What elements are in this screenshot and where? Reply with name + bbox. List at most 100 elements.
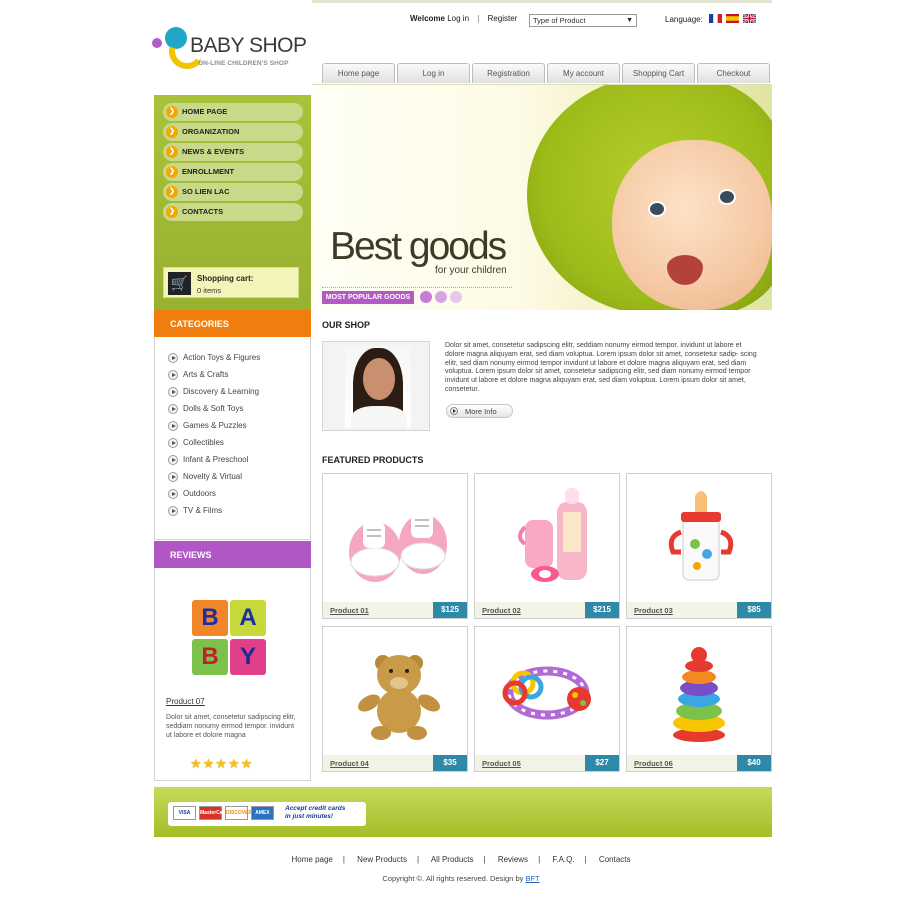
categories-header: CATEGORIES: [154, 310, 311, 337]
woman-portrait: [345, 346, 411, 428]
shopping-cart-widget[interactable]: 🛒 Shopping cart: 0 items: [163, 267, 299, 298]
more-info-label: More Info: [465, 407, 497, 416]
play-bullet-icon: [168, 370, 178, 380]
teddy-bear-icon: [358, 655, 440, 740]
fr-flag-icon[interactable]: [709, 14, 722, 23]
arrow-right-icon: ❯: [166, 106, 178, 118]
side-menu-so-lien-lac[interactable]: ❯ SO LIEN LAC: [163, 183, 303, 201]
more-info-button[interactable]: More Info: [446, 404, 513, 418]
footer-link-all-products[interactable]: All Products: [431, 855, 474, 864]
side-menu-label: NEWS & EVENTS: [182, 147, 245, 156]
category-label: Arts & Crafts: [183, 370, 229, 379]
banner-subtitle: for your children: [435, 265, 507, 276]
product-price: $27: [585, 755, 619, 771]
separator: |: [538, 855, 541, 864]
product-card[interactable]: Product 06 $40: [626, 626, 772, 772]
side-menu-label: HOME PAGE: [182, 107, 228, 116]
side-menu-news-events[interactable]: ❯ NEWS & EVENTS: [163, 143, 303, 161]
product-card[interactable]: Product 02 $215: [474, 473, 620, 619]
tab-shopping-cart[interactable]: Shopping Cart: [622, 63, 695, 83]
play-circle-icon: [450, 407, 458, 415]
product-name[interactable]: Product 03: [634, 606, 673, 615]
category-label: Games & Puzzles: [183, 421, 247, 430]
side-menu-label: ENROLLMENT: [182, 167, 235, 176]
product-name[interactable]: Product 04: [330, 759, 369, 768]
tab-registration[interactable]: Registration: [472, 63, 545, 83]
footer-link-new-products[interactable]: New Products: [357, 855, 407, 864]
tab-home-page[interactable]: Home page: [322, 63, 395, 83]
shop-photo: [322, 341, 430, 431]
portrait-face: [363, 358, 395, 400]
category-label: TV & Films: [183, 506, 223, 515]
product-price: $125: [433, 602, 467, 618]
product-card[interactable]: Product 04 $35: [322, 626, 468, 772]
copyright: Copyright ©. All rights reserved. Design…: [0, 874, 922, 883]
product-name[interactable]: Product 01: [330, 606, 369, 615]
play-bullet-icon: [168, 387, 178, 397]
arrow-right-icon: ❯: [166, 126, 178, 138]
design-by-link[interactable]: BFT: [525, 874, 539, 883]
uk-flag-icon[interactable]: [743, 14, 756, 23]
review-text: Dolor sit amet, consetetur sadipscing el…: [166, 714, 296, 739]
most-popular-tag[interactable]: MOST POPULAR GOODS: [322, 291, 414, 304]
featured-title: FEATURED PRODUCTS: [322, 455, 424, 465]
footer-link-faq[interactable]: F.A.Q.: [552, 855, 574, 864]
visa-card-icon: VISA: [173, 806, 196, 820]
payment-cards: VISA MasterCard DISCOVER AMEX Accept cre…: [168, 802, 366, 826]
footer-links: Home page | New Products | All Products | R…: [0, 855, 922, 864]
baby-blocks-image[interactable]: B A B Y: [190, 598, 268, 678]
tab-log-in[interactable]: Log in: [397, 63, 470, 83]
portrait-shirt: [351, 406, 407, 428]
baby-bottle-set-icon: [518, 488, 587, 582]
block-letter: A: [230, 600, 266, 636]
cart-count: 0 items: [197, 286, 222, 295]
block-letter: B: [192, 639, 228, 675]
rating-stars-icon: ★★★★★: [190, 756, 254, 771]
categories-title: CATEGORIES: [170, 319, 229, 329]
register-link[interactable]: Register: [488, 14, 518, 23]
footer-link-reviews[interactable]: Reviews: [498, 855, 528, 864]
baby-eye: [718, 189, 736, 205]
product-type-value: Type of Product: [533, 16, 586, 25]
separator: |: [477, 14, 480, 23]
footer-link-contacts[interactable]: Contacts: [599, 855, 631, 864]
play-bullet-icon: [168, 404, 178, 414]
language-label: Language:: [665, 15, 703, 24]
side-menu-home-page[interactable]: ❯ HOME PAGE: [163, 103, 303, 121]
reviews-header: REVIEWS: [154, 541, 311, 568]
our-shop-title: OUR SHOP: [322, 320, 371, 330]
category-label: Discovery & Learning: [183, 387, 260, 396]
slider-dot[interactable]: [450, 291, 462, 303]
logo-text: BABY SHOP: [190, 34, 307, 57]
product-name[interactable]: Product 02: [482, 606, 521, 615]
side-menu-contacts[interactable]: ❯ CONTACTS: [163, 203, 303, 221]
product-type-select[interactable]: Type of Product ▼: [529, 14, 637, 27]
arrow-right-icon: ❯: [166, 166, 178, 178]
tab-checkout[interactable]: Checkout: [697, 63, 770, 83]
side-menu-label: SO LIEN LAC: [182, 187, 230, 196]
separator: |: [483, 855, 486, 864]
tab-my-account[interactable]: My account: [547, 63, 620, 83]
slider-dot[interactable]: [435, 291, 447, 303]
login-link[interactable]: Log in: [447, 14, 469, 23]
play-bullet-icon: [168, 489, 178, 499]
category-label: Outdoors: [183, 489, 216, 498]
side-menu-organization[interactable]: ❯ ORGANIZATION: [163, 123, 303, 141]
footer-link-home[interactable]: Home page: [292, 855, 333, 864]
side-menu-enrollment[interactable]: ❯ ENROLLMENT: [163, 163, 303, 181]
product-name[interactable]: Product 05: [482, 759, 521, 768]
product-price: $35: [433, 755, 467, 771]
es-flag-icon[interactable]: [726, 14, 739, 23]
product-name[interactable]: Product 06: [634, 759, 673, 768]
slider-dot[interactable]: [420, 291, 432, 303]
product-card[interactable]: Product 01 $125: [322, 473, 468, 619]
product-price: $85: [737, 602, 771, 618]
welcome-bar: Welcome Log in | Register: [410, 14, 517, 23]
separator: |: [342, 855, 345, 864]
product-card[interactable]: Product 05 $27: [474, 626, 620, 772]
review-product-link[interactable]: Product 07: [166, 697, 205, 706]
side-menu-label: CONTACTS: [182, 207, 224, 216]
cart-title: Shopping cart:: [197, 274, 254, 283]
product-card[interactable]: Product 03 $85: [626, 473, 772, 619]
mastercard-icon: MasterCard: [199, 806, 228, 820]
